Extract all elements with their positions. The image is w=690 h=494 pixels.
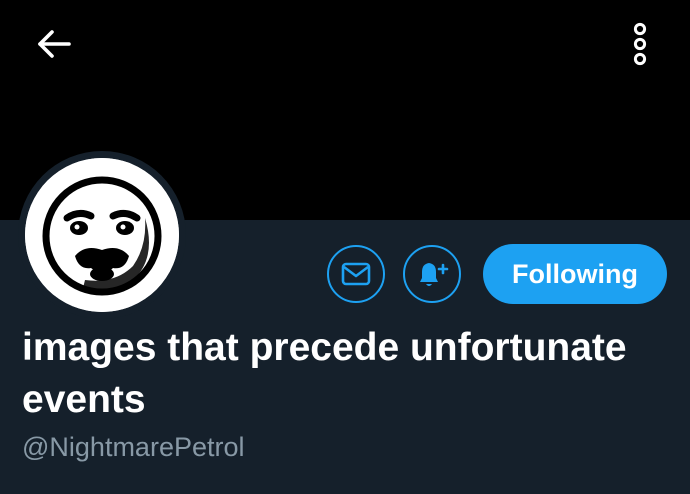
back-button[interactable] — [28, 22, 80, 66]
more-options-button[interactable] — [618, 18, 662, 70]
envelope-icon — [341, 262, 371, 286]
message-button[interactable] — [327, 245, 385, 303]
profile-handle: @NightmarePetrol — [22, 432, 245, 462]
avatar[interactable] — [25, 158, 179, 312]
meme-face-avatar — [25, 158, 179, 312]
arrow-left-icon — [38, 30, 71, 58]
following-button[interactable]: Following — [483, 244, 667, 304]
notifications-button[interactable] — [403, 245, 461, 303]
bell-plus-icon — [420, 263, 449, 286]
profile-display-name: images that precede unfortunate events — [22, 326, 627, 421]
vertical-dots-icon — [633, 22, 647, 66]
